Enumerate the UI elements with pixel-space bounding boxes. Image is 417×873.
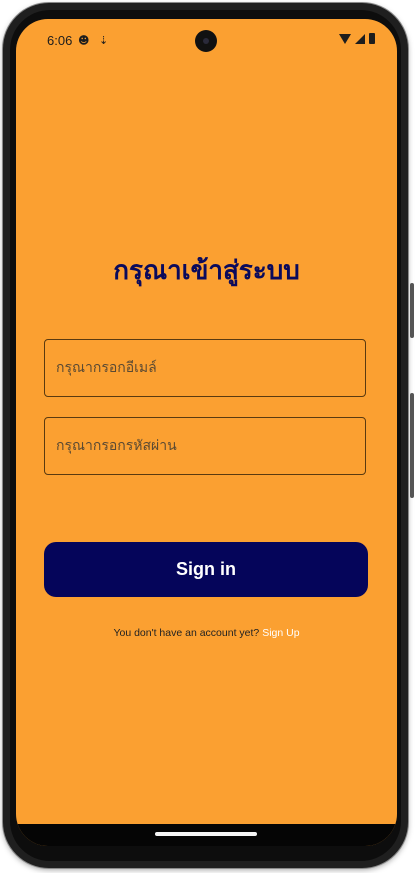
battery-icon xyxy=(369,33,375,44)
system-icons xyxy=(339,33,375,44)
power-button xyxy=(410,393,414,498)
signal-icon xyxy=(355,33,365,44)
email-input[interactable] xyxy=(45,340,365,396)
sign-in-button[interactable]: Sign in xyxy=(44,542,368,597)
face-icon: ☻ xyxy=(78,34,90,47)
status-bar: 6:06 ☻ ⇣ xyxy=(16,19,397,61)
volume-button xyxy=(410,283,414,338)
navigation-bar xyxy=(16,824,397,846)
email-field[interactable] xyxy=(44,339,366,397)
no-account-text: You don't have an account yet? xyxy=(113,627,260,639)
camera-cutout xyxy=(195,30,217,52)
password-input[interactable] xyxy=(45,418,365,474)
page-title: กรุณาเข้าสู่ระบบ xyxy=(113,256,300,286)
wifi-icon xyxy=(339,33,351,44)
download-icon: ⇣ xyxy=(99,34,109,47)
sign-up-link[interactable]: Sign Up xyxy=(262,627,299,639)
home-gesture-handle[interactable] xyxy=(155,832,257,836)
password-field[interactable] xyxy=(44,417,366,475)
status-time: 6:06 xyxy=(47,33,73,48)
app-screen: 6:06 ☻ ⇣ กรุณาเข้าสู่ระบบ Sign in You do… xyxy=(16,19,397,846)
signup-prompt: You don't have an account yet? Sign Up xyxy=(16,627,397,639)
